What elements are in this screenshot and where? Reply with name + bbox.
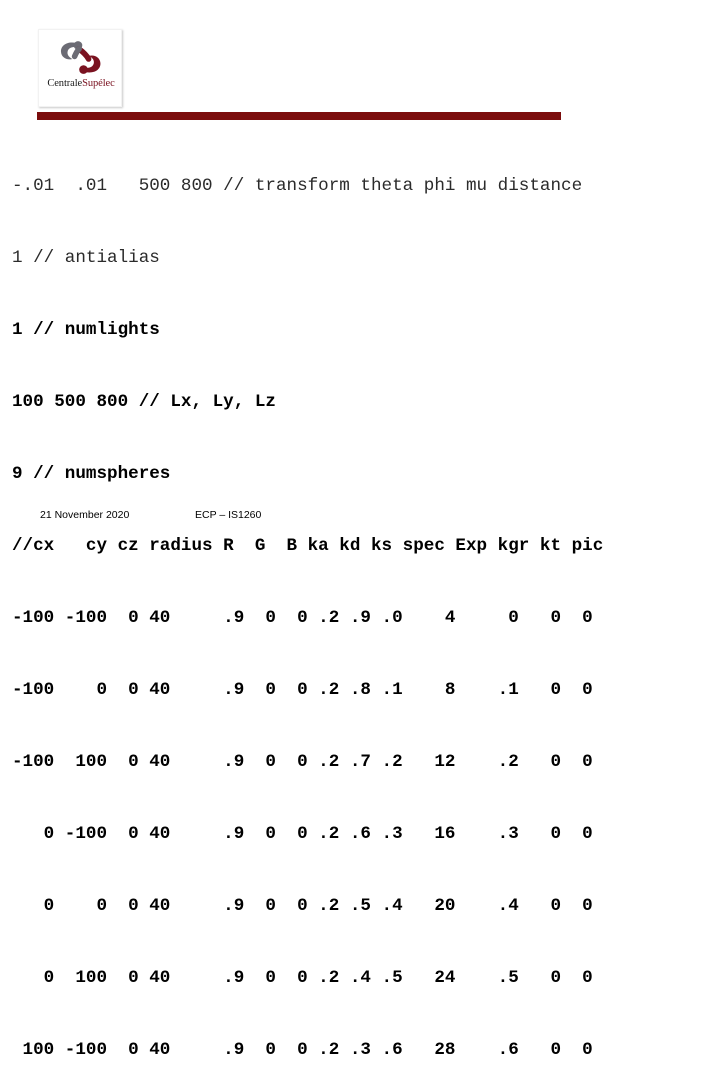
code-line-sphere: 0 0 0 40 .9 0 0 .2 .5 .4 20 .4 0 0: [12, 896, 593, 916]
code-line-sphere: 0 -100 0 40 .9 0 0 .2 .6 .3 16 .3 0 0: [12, 824, 593, 844]
logo-wordmark-primary: Centrale: [47, 78, 83, 89]
code-line: 1 // antialias: [12, 248, 160, 268]
code-line-sphere: -100 0 0 40 .9 0 0 .2 .8 .1 8 .1 0 0: [12, 680, 593, 700]
centralesupelec-logo: CentraleSupélec: [38, 29, 122, 107]
footer-course: ECP – IS1260: [195, 509, 262, 521]
code-line-sphere: 100 -100 0 40 .9 0 0 .2 .3 .6 28 .6 0 0: [12, 1040, 593, 1060]
code-line: 100 500 800 // Lx, Ly, Lz: [12, 392, 276, 412]
logo-wordmark-accent: Supélec: [82, 78, 115, 89]
code-line-header: //cx cy cz radius R G B ka kd ks spec Ex…: [12, 536, 604, 556]
code-line: -.01 .01 500 800 // transform theta phi …: [12, 176, 583, 196]
slide: CentraleSupélec -.01 .01 500 800 // tran…: [0, 0, 720, 1060]
scene-file-listing: -.01 .01 500 800 // transform theta phi …: [12, 126, 712, 1080]
code-line: 9 // numspheres: [12, 464, 171, 484]
code-line-sphere: -100 -100 0 40 .9 0 0 .2 .9 .0 4 0 0 0: [12, 608, 593, 628]
accent-bar: [37, 112, 561, 120]
code-line-sphere: -100 100 0 40 .9 0 0 .2 .7 .2 12 .2 0 0: [12, 752, 593, 772]
code-line-sphere: 0 100 0 40 .9 0 0 .2 .4 .5 24 .5 0 0: [12, 968, 593, 988]
centralesupelec-logo-icon: [39, 36, 123, 80]
code-line: 1 // numlights: [12, 320, 160, 340]
logo-wordmark: CentraleSupélec: [39, 78, 123, 89]
footer-date: 21 November 2020: [40, 509, 130, 521]
